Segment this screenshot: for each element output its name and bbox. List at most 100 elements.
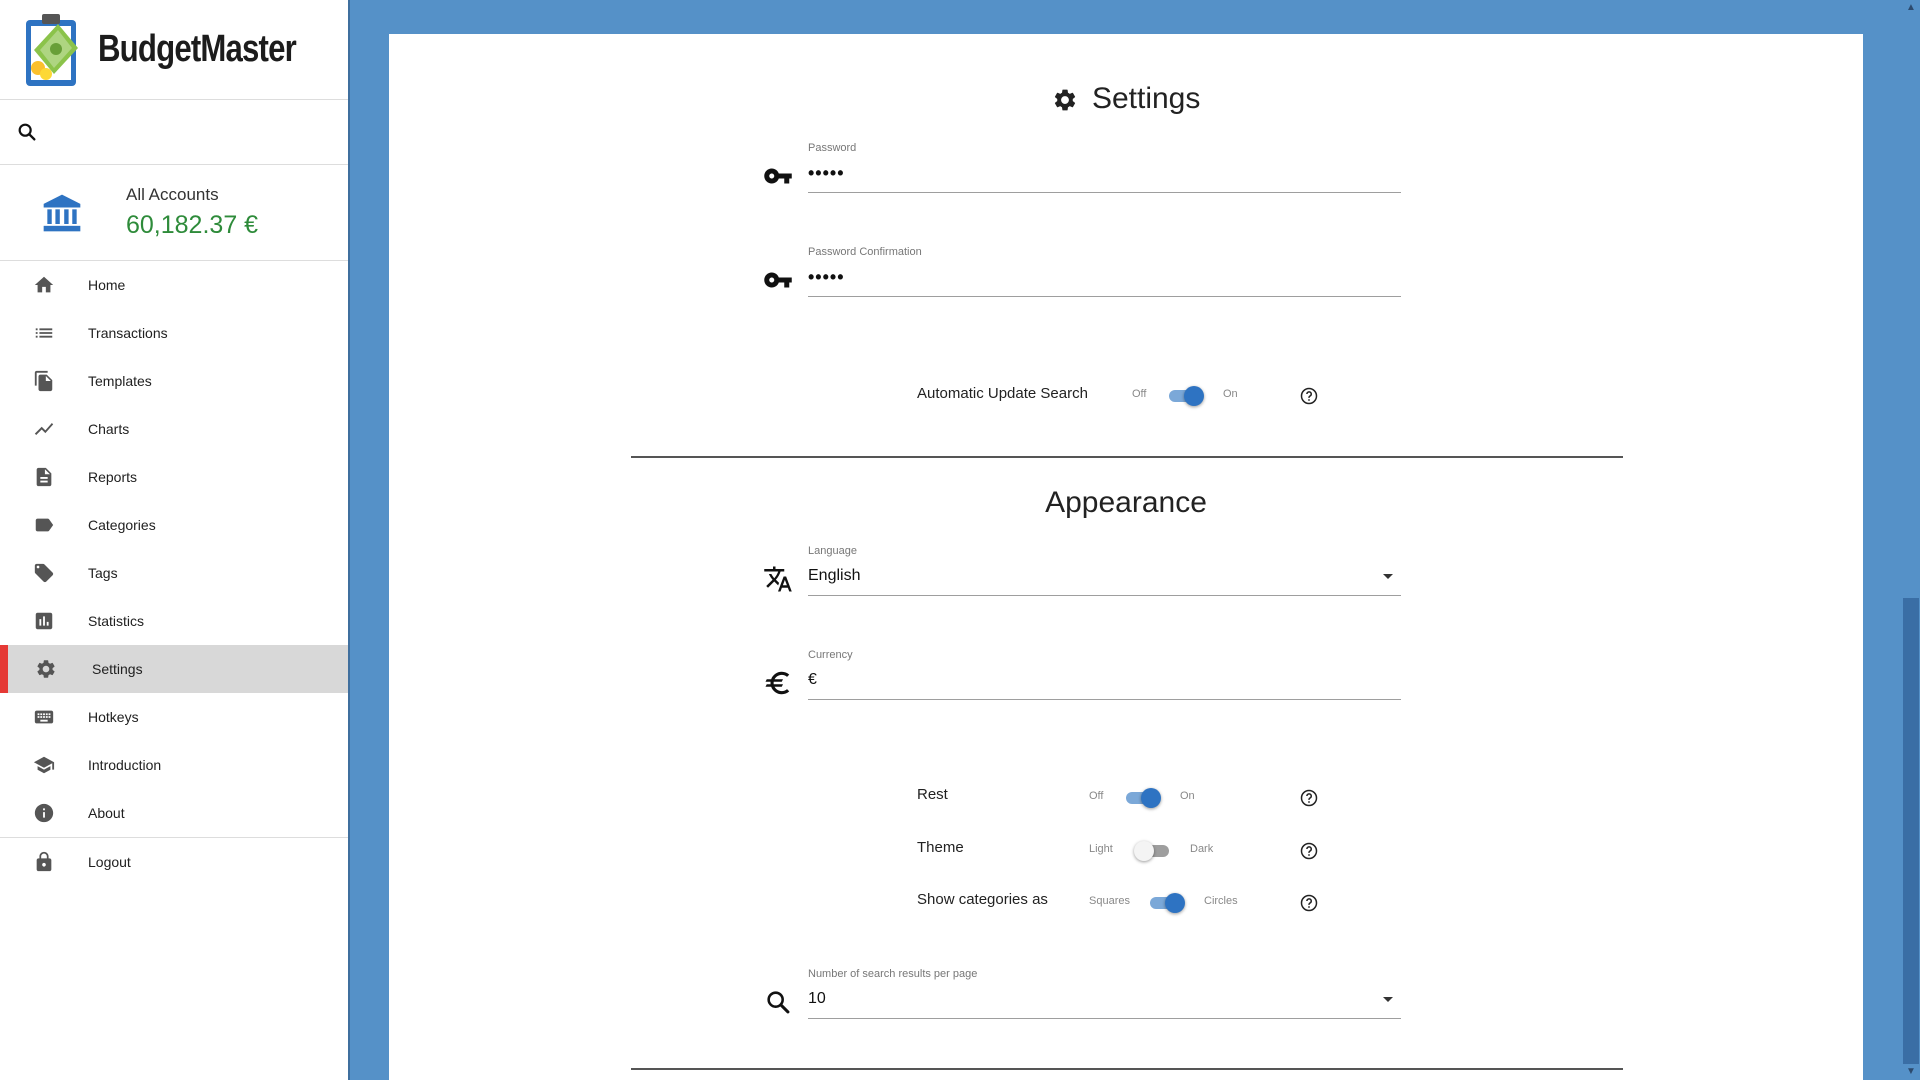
key-icon bbox=[762, 264, 794, 296]
theme-label: Theme bbox=[917, 839, 964, 856]
label-icon bbox=[32, 513, 56, 537]
app-title: BudgetMaster bbox=[98, 28, 297, 70]
sidebar-item-label: Hotkeys bbox=[88, 709, 139, 725]
help-icon[interactable] bbox=[1300, 387, 1318, 405]
account-selector[interactable]: All Accounts 60,182.37 € bbox=[0, 165, 348, 261]
password-confirmation-underline bbox=[808, 296, 1401, 297]
accounts-label: All Accounts bbox=[126, 185, 219, 204]
sidebar-item-categories[interactable]: Categories bbox=[0, 501, 348, 549]
search-results-value: 10 bbox=[808, 990, 826, 1007]
sidebar-item-tags[interactable]: Tags bbox=[0, 549, 348, 597]
bank-icon bbox=[43, 194, 81, 231]
auto-update-on-label: On bbox=[1223, 388, 1238, 400]
categories-circles-label: Circles bbox=[1204, 895, 1238, 907]
scrollbar-thumb[interactable] bbox=[1903, 598, 1919, 1064]
home-icon bbox=[32, 273, 56, 297]
section-divider bbox=[631, 1068, 1623, 1070]
sidebar-item-label: Transactions bbox=[88, 325, 168, 341]
file-copy-icon bbox=[32, 369, 56, 393]
translate-icon bbox=[762, 563, 794, 595]
gear-icon bbox=[34, 657, 58, 681]
currency-label: Currency bbox=[808, 649, 853, 661]
theme-light-label: Light bbox=[1089, 843, 1113, 855]
sidebar-item-label: Logout bbox=[88, 854, 131, 870]
categories-squares-label: Squares bbox=[1089, 895, 1130, 907]
search-icon bbox=[762, 986, 794, 1018]
scroll-down-icon[interactable]: ▼ bbox=[1905, 1066, 1917, 1078]
password-confirmation-field[interactable]: Password Confirmation ••••• bbox=[764, 246, 1401, 297]
euro-icon bbox=[762, 667, 794, 699]
password-confirmation-input[interactable]: ••••• bbox=[808, 267, 845, 288]
sidebar-item-settings[interactable]: Settings bbox=[0, 645, 348, 693]
sidebar-item-transactions[interactable]: Transactions bbox=[0, 309, 348, 357]
appearance-heading: Appearance bbox=[389, 486, 1863, 520]
sidebar-item-introduction[interactable]: Introduction bbox=[0, 741, 348, 789]
key-icon bbox=[762, 160, 794, 192]
categories-display-label: Show categories as bbox=[917, 891, 1048, 908]
section-divider bbox=[631, 456, 1623, 458]
sidebar-item-charts[interactable]: Charts bbox=[0, 405, 348, 453]
rest-toggle[interactable] bbox=[1123, 786, 1161, 810]
language-label: Language bbox=[808, 545, 857, 557]
school-icon bbox=[32, 753, 56, 777]
password-confirmation-label: Password Confirmation bbox=[808, 246, 922, 258]
currency-underline bbox=[808, 699, 1401, 700]
tag-icon bbox=[32, 561, 56, 585]
theme-dark-label: Dark bbox=[1190, 843, 1214, 855]
trending-icon bbox=[32, 417, 56, 441]
sidebar-item-statistics[interactable]: Statistics bbox=[0, 597, 348, 645]
chevron-down-icon[interactable] bbox=[1383, 996, 1393, 1002]
theme-toggle[interactable] bbox=[1134, 839, 1172, 863]
bar-chart-icon bbox=[32, 609, 56, 633]
scroll-up-icon[interactable]: ▲ bbox=[1905, 2, 1917, 14]
sidebar-item-label: Home bbox=[88, 277, 126, 293]
appearance-title: Appearance bbox=[1045, 486, 1207, 519]
rest-on-label: On bbox=[1180, 790, 1195, 802]
auto-update-off-label: Off bbox=[1132, 388, 1147, 400]
sidebar: BudgetMaster All Accounts 60,182.37 € Ho… bbox=[0, 0, 350, 1080]
auto-update-toggle[interactable] bbox=[1166, 384, 1204, 408]
sidebar-search[interactable] bbox=[0, 100, 348, 165]
search-results-select[interactable]: Number of search results per page 10 bbox=[767, 968, 1401, 1019]
currency-field[interactable]: Currency € bbox=[765, 649, 1401, 700]
sidebar-item-logout[interactable]: Logout bbox=[0, 838, 348, 886]
sidebar-item-label: Introduction bbox=[88, 757, 162, 773]
logo-row[interactable]: BudgetMaster bbox=[0, 0, 348, 100]
sidebar-item-hotkeys[interactable]: Hotkeys bbox=[0, 693, 348, 741]
sidebar-item-home[interactable]: Home bbox=[0, 261, 348, 309]
currency-input[interactable]: € bbox=[808, 671, 817, 689]
settings-title: Settings bbox=[1091, 82, 1201, 115]
list-icon bbox=[32, 321, 56, 345]
accounts-balance: 60,182.37 € bbox=[126, 211, 259, 239]
keyboard-icon bbox=[32, 705, 56, 729]
settings-heading: Settings bbox=[389, 82, 1863, 116]
info-icon bbox=[32, 801, 56, 825]
search-results-label: Number of search results per page bbox=[808, 968, 978, 980]
help-icon[interactable] bbox=[1300, 842, 1318, 860]
categories-display-toggle[interactable] bbox=[1147, 891, 1185, 915]
password-field[interactable]: Password ••••• bbox=[764, 142, 1401, 193]
language-select[interactable]: Language English bbox=[764, 545, 1401, 596]
sidebar-item-label: Statistics bbox=[88, 613, 145, 629]
gear-icon bbox=[1054, 89, 1075, 111]
search-results-underline bbox=[808, 1018, 1401, 1019]
help-icon[interactable] bbox=[1300, 894, 1318, 912]
sidebar-item-label: Templates bbox=[88, 373, 152, 389]
sidebar-item-label: Charts bbox=[88, 421, 130, 437]
password-input[interactable]: ••••• bbox=[808, 163, 845, 184]
sidebar-item-about[interactable]: About bbox=[0, 789, 348, 837]
sidebar-item-label: Settings bbox=[92, 661, 143, 677]
rest-off-label: Off bbox=[1089, 790, 1104, 802]
rest-label: Rest bbox=[917, 786, 948, 803]
password-underline bbox=[808, 192, 1401, 193]
budgetmaster-logo-icon bbox=[26, 13, 78, 86]
language-underline bbox=[808, 595, 1401, 596]
sidebar-item-templates[interactable]: Templates bbox=[0, 357, 348, 405]
auto-update-label: Automatic Update Search bbox=[917, 385, 1088, 402]
chevron-down-icon[interactable] bbox=[1383, 573, 1393, 579]
sidebar-item-label: About bbox=[88, 805, 125, 821]
password-label: Password bbox=[808, 142, 857, 154]
search-icon[interactable] bbox=[16, 121, 38, 143]
help-icon[interactable] bbox=[1300, 789, 1318, 807]
sidebar-item-reports[interactable]: Reports bbox=[0, 453, 348, 501]
